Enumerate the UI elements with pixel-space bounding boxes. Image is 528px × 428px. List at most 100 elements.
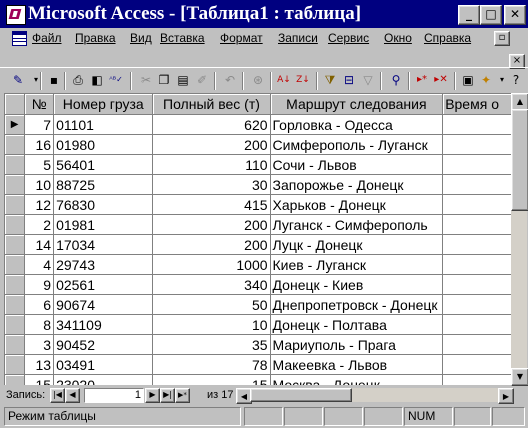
row-selector[interactable] [5, 354, 26, 375]
filter-by-selection-icon[interactable]: ⧩ [322, 72, 338, 88]
cell-gross-weight[interactable]: 35 [152, 334, 271, 355]
previous-record-button[interactable]: ◀ [65, 388, 80, 403]
cell-id[interactable]: 14 [24, 234, 55, 255]
scroll-thumb[interactable] [511, 109, 528, 211]
apply-filter-icon[interactable]: ▽ [360, 72, 376, 88]
cell-route[interactable]: Днепропетровск - Донецк [270, 294, 444, 315]
cell-route[interactable]: Москва - Донецк [270, 374, 444, 385]
row-selector[interactable] [5, 234, 26, 255]
col-header-gross-weight[interactable]: Полный вес (т) [152, 94, 271, 115]
cell-gross-weight[interactable]: 10 [152, 314, 271, 335]
cell-gross-weight[interactable]: 340 [152, 274, 271, 295]
cell-cargo-number[interactable]: 29743 [53, 254, 154, 275]
cell-time[interactable] [442, 234, 512, 255]
cell-time[interactable] [442, 274, 512, 295]
format-painter-icon[interactable]: ✐ [194, 72, 210, 88]
find-icon[interactable]: ⚲ [388, 72, 404, 88]
doc-restore-button[interactable]: ▫ [494, 31, 510, 46]
cell-cargo-number[interactable]: 01101 [53, 114, 154, 135]
cell-route[interactable]: Горловка - Одесса [270, 114, 444, 135]
cell-id[interactable]: 7 [24, 114, 55, 135]
cell-gross-weight[interactable]: 30 [152, 174, 271, 195]
cut-icon[interactable]: ✂ [138, 72, 154, 88]
table-row[interactable]: 10 88725 30 Запорожье - Донецк [5, 174, 512, 195]
cell-id[interactable]: 2 [24, 214, 55, 235]
cell-cargo-number[interactable]: 76830 [53, 194, 154, 215]
select-all-corner[interactable] [5, 94, 26, 115]
cell-route[interactable]: Сочи - Львов [270, 154, 444, 175]
row-selector[interactable] [5, 274, 26, 295]
cell-route[interactable]: Запорожье - Донецк [270, 174, 444, 195]
menu-file[interactable]: Файл [32, 31, 62, 45]
horizontal-scrollbar[interactable]: ◀ ▶ [236, 388, 514, 404]
cell-gross-weight[interactable]: 200 [152, 234, 271, 255]
design-view-icon[interactable]: ✎ [10, 72, 26, 88]
table-row[interactable]: 14 17034 200 Луцк - Донецк [5, 234, 512, 255]
cell-time[interactable] [442, 254, 512, 275]
cell-id[interactable]: 10 [24, 174, 55, 195]
row-selector[interactable]: ▶ [5, 114, 26, 135]
cell-cargo-number[interactable]: 01980 [53, 134, 154, 155]
cell-gross-weight[interactable]: 200 [152, 134, 271, 155]
cell-route[interactable]: Харьков - Донецк [270, 194, 444, 215]
cell-time[interactable] [442, 334, 512, 355]
cell-id[interactable]: 15 [24, 374, 55, 385]
col-header-cargo-number[interactable]: Номер груза [53, 94, 154, 115]
row-selector[interactable] [5, 194, 26, 215]
delete-record-icon[interactable]: ▸✕ [433, 72, 449, 88]
cell-gross-weight[interactable]: 200 [152, 214, 271, 235]
row-selector[interactable] [5, 334, 26, 355]
maximize-button[interactable]: □ [480, 5, 502, 25]
menu-view[interactable]: Вид [130, 31, 152, 45]
cell-route[interactable]: Донецк - Киев [270, 274, 444, 295]
menu-records[interactable]: Записи [278, 31, 318, 45]
spelling-icon[interactable]: ᴬᴮ✓ [108, 72, 124, 88]
cell-gross-weight[interactable]: 15 [152, 374, 271, 385]
cell-route[interactable]: Луцк - Донецк [270, 234, 444, 255]
cell-id[interactable]: 16 [24, 134, 55, 155]
print-preview-icon[interactable]: ◧ [89, 72, 105, 88]
next-record-button[interactable]: ▶ [145, 388, 160, 403]
cell-time[interactable] [442, 354, 512, 375]
table-row[interactable]: 13 03491 78 Макеевка - Львов [5, 354, 512, 375]
table-row[interactable]: 2 01981 200 Луганск - Симферополь [5, 214, 512, 235]
cell-gross-weight[interactable]: 415 [152, 194, 271, 215]
menu-help[interactable]: Справка [424, 31, 471, 45]
table-row[interactable]: 4 29743 1000 Киев - Луганск [5, 254, 512, 275]
table-row[interactable]: 6 90674 50 Днепропетровск - Донецк [5, 294, 512, 315]
new-object-icon[interactable]: ✦ [478, 72, 494, 88]
cell-id[interactable]: 12 [24, 194, 55, 215]
scroll-right-button[interactable]: ▶ [498, 388, 514, 404]
copy-icon[interactable]: ❐ [156, 72, 172, 88]
col-header-time[interactable]: Время о [442, 94, 512, 115]
cell-route[interactable]: Луганск - Симферополь [270, 214, 444, 235]
cell-time[interactable] [442, 174, 512, 195]
menu-format[interactable]: Формат [220, 31, 263, 45]
cell-cargo-number[interactable]: 02561 [53, 274, 154, 295]
cell-time[interactable] [442, 314, 512, 335]
cell-cargo-number[interactable]: 17034 [53, 234, 154, 255]
paste-icon[interactable]: ▤ [175, 72, 191, 88]
database-window-icon[interactable]: ▣ [460, 72, 476, 88]
access-app-icon[interactable] [6, 5, 26, 25]
cell-id[interactable]: 4 [24, 254, 55, 275]
cell-time[interactable] [442, 294, 512, 315]
cell-route[interactable]: Донецк - Полтава [270, 314, 444, 335]
sort-descending-icon[interactable]: Z↓ [295, 72, 311, 88]
cell-time[interactable] [442, 374, 512, 385]
table-row[interactable]: 9 02561 340 Донецк - Киев [5, 274, 512, 295]
cell-gross-weight[interactable]: 78 [152, 354, 271, 375]
cell-cargo-number[interactable]: 03491 [53, 354, 154, 375]
table-row[interactable]: 15 23020 15 Москва - Донецк [5, 374, 512, 385]
table-row[interactable]: 3 90452 35 Мариуполь - Прага [5, 334, 512, 355]
cell-time[interactable] [442, 114, 512, 135]
cell-id[interactable]: 13 [24, 354, 55, 375]
print-icon[interactable]: ⎙ [70, 72, 86, 88]
cell-id[interactable]: 9 [24, 274, 55, 295]
cell-time[interactable] [442, 154, 512, 175]
menu-edit[interactable]: Правка [75, 31, 116, 45]
close-button[interactable]: ✕ [504, 5, 526, 25]
cell-cargo-number[interactable]: 01981 [53, 214, 154, 235]
cell-gross-weight[interactable]: 110 [152, 154, 271, 175]
new-record-icon[interactable]: ▸* [414, 72, 430, 88]
